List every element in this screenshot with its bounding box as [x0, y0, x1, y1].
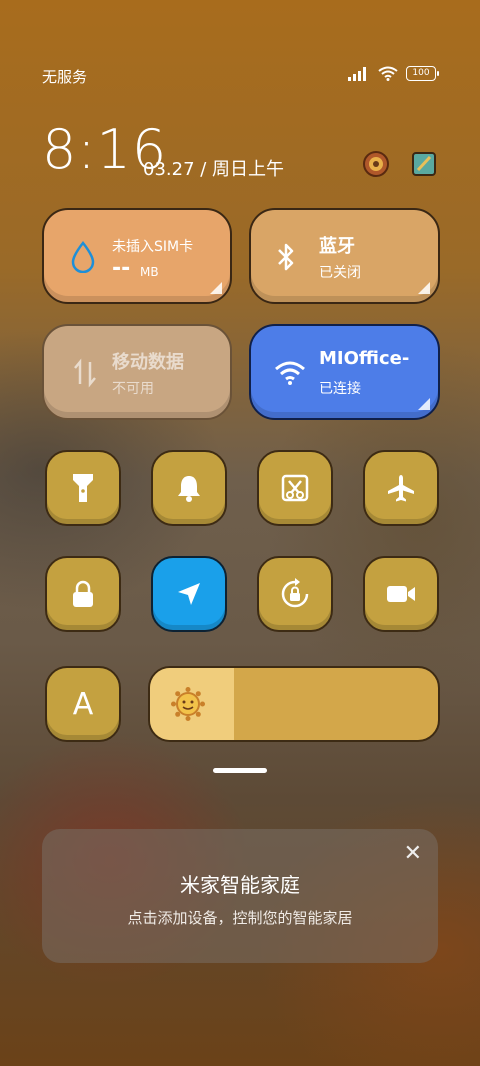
- mobile-data-status: 不可用: [112, 381, 154, 397]
- data-transfer-icon: [68, 356, 102, 390]
- mijia-subtitle: 点击添加设备，控制您的智能家居: [127, 909, 353, 927]
- bluetooth-tile[interactable]: 蓝牙 已关闭: [249, 208, 440, 304]
- sim-data-tile[interactable]: 未插入SIM卡 -- MB: [42, 208, 232, 304]
- bluetooth-icon: [269, 240, 303, 274]
- lock-screen-toggle[interactable]: [45, 556, 121, 632]
- expand-corner: [418, 398, 430, 410]
- edit-icon[interactable]: [408, 148, 440, 180]
- water-drop-icon: [66, 240, 100, 274]
- data-usage-value: --: [112, 256, 131, 281]
- font-size-toggle[interactable]: A: [45, 666, 121, 742]
- mijia-title: 米家智能家庭: [180, 873, 300, 897]
- flashlight-toggle[interactable]: [45, 450, 121, 526]
- drag-handle[interactable]: [213, 768, 267, 773]
- battery-indicator: 100: [406, 66, 439, 81]
- wifi-icon: [273, 356, 307, 390]
- wifi-tile[interactable]: MIOffice- 已连接: [249, 324, 440, 420]
- status-icons: 100: [348, 66, 439, 81]
- screenshot-toggle[interactable]: [257, 450, 333, 526]
- expand-corner: [418, 282, 430, 294]
- screen-record-toggle[interactable]: [363, 556, 439, 632]
- location-toggle[interactable]: [151, 556, 227, 632]
- sim-title: 未插入SIM卡: [112, 239, 194, 255]
- clock-date: 03.27 / 周日上午: [143, 159, 285, 180]
- bell-icon: [178, 476, 200, 502]
- brightness-slider[interactable]: [148, 666, 440, 742]
- close-icon[interactable]: ✕: [404, 841, 422, 866]
- airplane-icon: [388, 475, 414, 502]
- screenshot-icon: [281, 474, 309, 502]
- bluetooth-status: 已关闭: [319, 265, 361, 281]
- font-toggle-label: A: [72, 686, 94, 722]
- settings-icon[interactable]: [360, 148, 392, 180]
- video-icon: [387, 586, 415, 602]
- lock-icon: [73, 580, 93, 607]
- bluetooth-title: 蓝牙: [319, 236, 355, 257]
- flashlight-icon: [73, 474, 93, 502]
- mobile-data-tile[interactable]: 移动数据 不可用: [42, 324, 232, 420]
- data-usage-unit: MB: [140, 265, 159, 279]
- location-icon: [178, 583, 200, 605]
- wifi-status-icon: [378, 66, 398, 81]
- rotation-lock-toggle[interactable]: [257, 556, 333, 632]
- carrier-status: 无服务: [42, 68, 88, 86]
- wifi-title: MIOffice-: [319, 348, 410, 369]
- airplane-toggle[interactable]: [363, 450, 439, 526]
- wifi-status: 已连接: [319, 381, 361, 397]
- mobile-data-title: 移动数据: [112, 352, 184, 373]
- sound-toggle[interactable]: [151, 450, 227, 526]
- signal-icon: [348, 66, 366, 81]
- sun-icon: [171, 687, 205, 721]
- rotation-lock-icon: [281, 578, 309, 608]
- expand-corner: [210, 282, 222, 294]
- mijia-card[interactable]: ✕ 米家智能家庭 点击添加设备，控制您的智能家居: [42, 829, 438, 963]
